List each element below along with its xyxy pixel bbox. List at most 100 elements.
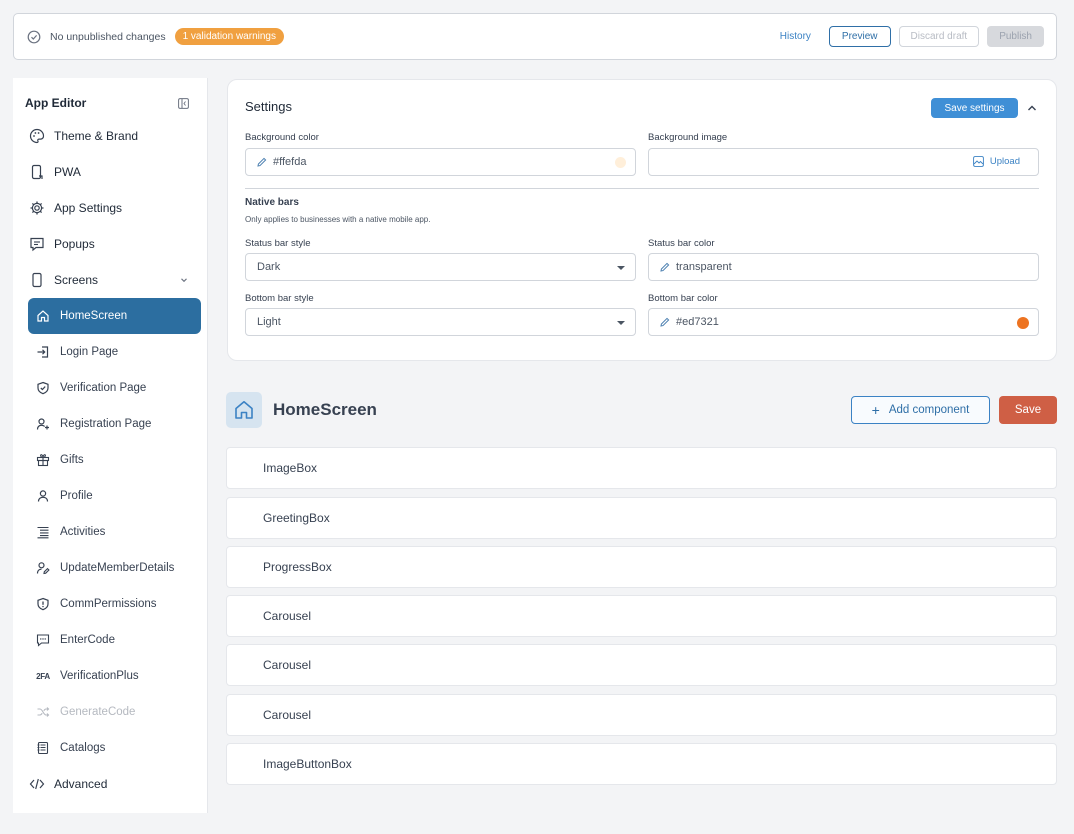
sidebar-collapse-icon[interactable] — [178, 97, 189, 109]
login-icon — [36, 345, 50, 359]
top-actions: History Preview Discard draft Publish — [780, 26, 1044, 47]
bottom-bar-style-value: Light — [257, 316, 281, 328]
sidebar-item-label: Catalogs — [60, 742, 106, 754]
sidebar-nav: Theme & Brand PWA App Settings Popups Sc… — [28, 118, 201, 802]
sidebar-item-label: Advanced — [54, 777, 108, 791]
component-row[interactable]: Carousel — [226, 694, 1057, 736]
status-bar-color-value: transparent — [676, 261, 732, 273]
validation-warning-badge[interactable]: 1 validation warnings — [174, 28, 284, 45]
gift-icon — [36, 453, 50, 467]
sidebar-item-registration-page[interactable]: Registration Page — [28, 406, 201, 442]
sidebar-item-label: UpdateMemberDetails — [60, 562, 175, 574]
sidebar-item-generate-code[interactable]: GenerateCode — [28, 694, 201, 730]
mobile-icon — [29, 164, 45, 180]
component-row[interactable]: GreetingBox — [226, 497, 1057, 539]
bottom-bar-style-label: Bottom bar style — [245, 293, 314, 304]
sidebar-item-activities[interactable]: Activities — [28, 514, 201, 550]
bottom-bar-color-swatch[interactable] — [1017, 317, 1029, 329]
save-button[interactable]: Save — [999, 396, 1057, 424]
screen-title: HomeScreen — [273, 400, 377, 419]
add-component-label: Add component — [888, 404, 970, 416]
check-circle-icon — [27, 30, 41, 44]
pencil-icon — [257, 157, 267, 167]
palette-icon — [29, 128, 45, 144]
sidebar-item-pwa[interactable]: PWA — [28, 154, 201, 190]
sidebar-item-app-settings[interactable]: App Settings — [28, 190, 201, 226]
plus-icon: + — [871, 402, 880, 418]
pencil-icon — [660, 262, 670, 272]
sidebar-title: App Editor — [25, 96, 87, 110]
component-row[interactable]: ImageBox — [226, 447, 1057, 489]
sidebar-item-popups[interactable]: Popups — [28, 226, 201, 262]
home-icon — [36, 309, 50, 323]
pencil-icon — [660, 317, 670, 327]
discard-draft-button[interactable]: Discard draft — [898, 26, 980, 47]
bottom-bar-color-field[interactable]: #ed7321 — [648, 308, 1039, 336]
sidebar-item-advanced[interactable]: Advanced — [28, 766, 201, 802]
catalog-icon — [36, 741, 50, 755]
bottom-bar-color-label: Bottom bar color — [648, 293, 718, 304]
sidebar-item-label: Verification Page — [60, 382, 147, 394]
upload-label: Upload — [989, 156, 1020, 167]
sidebar-item-label: EnterCode — [60, 634, 115, 646]
preview-button[interactable]: Preview — [828, 26, 891, 47]
status-bar-color-field[interactable]: transparent — [648, 253, 1039, 281]
background-color-swatch[interactable] — [615, 157, 626, 168]
shield-alert-icon — [36, 597, 50, 611]
add-component-button[interactable]: + Add component — [851, 396, 990, 424]
publish-status: No unpublished changes — [50, 30, 166, 43]
settings-panel: Settings Save settings Background color … — [227, 79, 1057, 361]
save-settings-button[interactable]: Save settings — [931, 98, 1018, 118]
chevron-up-icon[interactable] — [1026, 102, 1038, 114]
sidebar-item-label: Popups — [54, 237, 95, 251]
shuffle-icon — [36, 705, 50, 719]
sidebar-item-label: HomeScreen — [60, 310, 128, 322]
code-icon — [29, 776, 45, 792]
component-row[interactable]: Carousel — [226, 595, 1057, 637]
history-link[interactable]: History — [780, 31, 811, 42]
background-color-label: Background color — [245, 132, 319, 143]
message-code-icon — [36, 633, 50, 647]
caret-down-icon — [617, 321, 625, 325]
user-edit-icon — [36, 561, 50, 575]
upload-button[interactable]: Upload — [973, 156, 1020, 167]
status-bar-style-value: Dark — [257, 261, 281, 273]
background-image-field[interactable]: Upload — [648, 148, 1039, 176]
phone-icon — [29, 272, 45, 288]
sidebar-item-label: CommPermissions — [60, 598, 157, 610]
sidebar-item-theme-brand[interactable]: Theme & Brand — [28, 118, 201, 154]
caret-down-icon — [617, 266, 625, 270]
sidebar-item-homescreen[interactable]: HomeScreen — [28, 298, 201, 334]
sidebar-item-screens[interactable]: Screens — [28, 262, 201, 298]
shield-check-icon — [36, 381, 50, 395]
bottom-bar-style-select[interactable]: Light — [245, 308, 636, 336]
2fa-icon: 2FA — [36, 671, 50, 681]
home-icon — [226, 392, 262, 428]
sidebar-item-label: Screens — [54, 273, 99, 287]
component-row[interactable]: Carousel — [226, 644, 1057, 686]
native-bars-title: Native bars — [245, 197, 299, 208]
sidebar-item-verification-page[interactable]: Verification Page — [28, 370, 201, 406]
divider — [245, 188, 1039, 189]
sidebar-item-catalogs[interactable]: Catalogs — [28, 730, 201, 766]
sidebar-item-profile[interactable]: Profile — [28, 478, 201, 514]
sidebar-item-comm-permissions[interactable]: CommPermissions — [28, 586, 201, 622]
sidebar-item-label: Theme & Brand — [54, 129, 139, 143]
sidebar-item-verification-plus[interactable]: 2FA VerificationPlus — [28, 658, 201, 694]
sidebar-item-update-member-details[interactable]: UpdateMemberDetails — [28, 550, 201, 586]
sidebar-item-gifts[interactable]: Gifts — [28, 442, 201, 478]
component-row[interactable]: ProgressBox — [226, 546, 1057, 588]
publish-button[interactable]: Publish — [987, 26, 1044, 47]
sidebar-item-label: Registration Page — [60, 418, 152, 430]
popup-icon — [29, 236, 45, 252]
component-row[interactable]: ImageButtonBox — [226, 743, 1057, 785]
sidebar-item-login-page[interactable]: Login Page — [28, 334, 201, 370]
background-color-field[interactable]: #ffefda — [245, 148, 636, 176]
background-image-label: Background image — [648, 132, 728, 143]
sidebar-item-label: Activities — [60, 526, 106, 538]
sidebar-header: App Editor — [13, 78, 207, 115]
sidebar-item-enter-code[interactable]: EnterCode — [28, 622, 201, 658]
background-color-value: #ffefda — [273, 156, 307, 168]
image-upload-icon — [973, 156, 984, 167]
status-bar-style-select[interactable]: Dark — [245, 253, 636, 281]
